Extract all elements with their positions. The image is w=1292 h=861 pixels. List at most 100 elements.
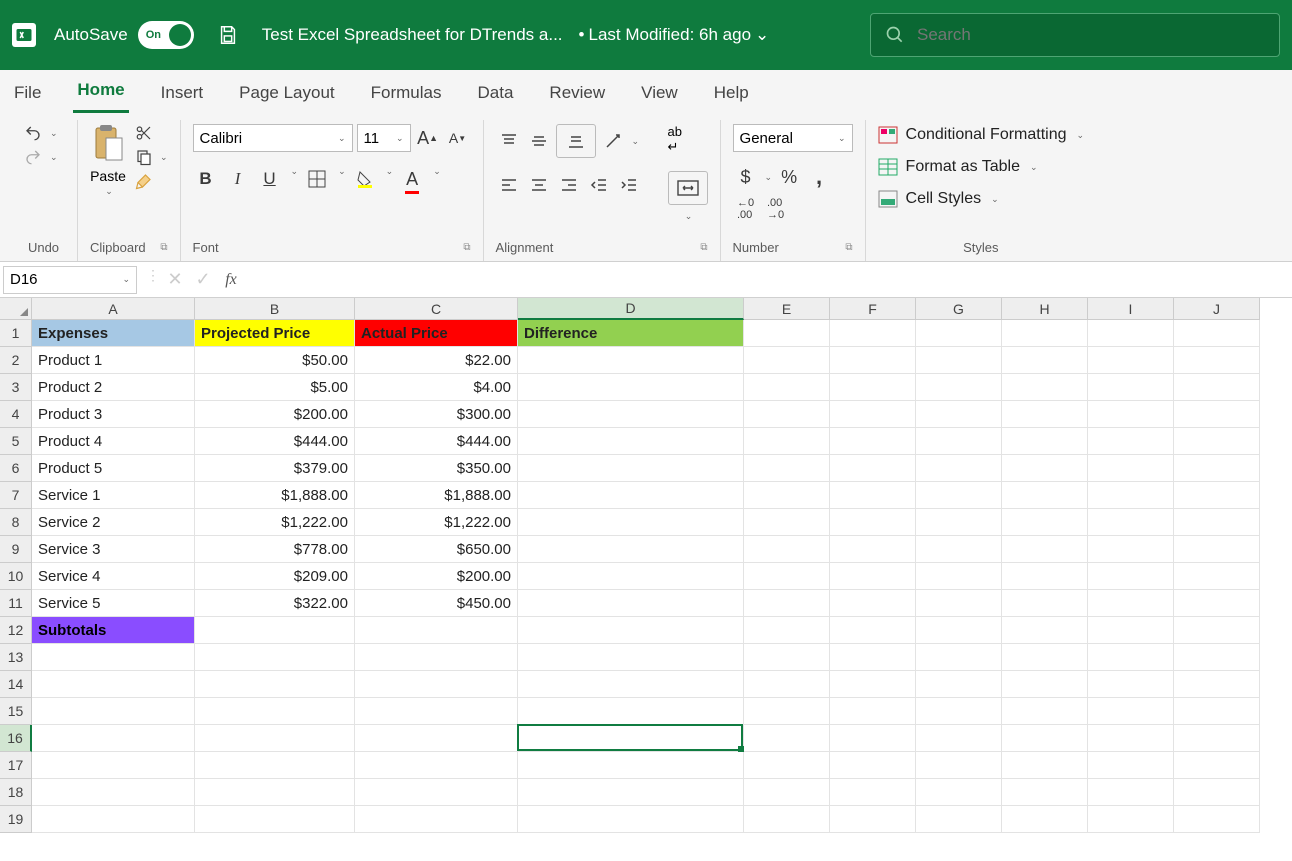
cell-G17[interactable] bbox=[916, 752, 1002, 779]
column-header-D[interactable]: D bbox=[518, 298, 744, 320]
cell-J10[interactable] bbox=[1174, 563, 1260, 590]
underline-button[interactable]: U bbox=[257, 166, 283, 192]
cell-I2[interactable] bbox=[1088, 347, 1174, 374]
tab-file[interactable]: File bbox=[10, 75, 45, 113]
column-header-G[interactable]: G bbox=[916, 298, 1002, 320]
document-title[interactable]: Test Excel Spreadsheet for DTrends a... bbox=[262, 25, 563, 45]
cell-H19[interactable] bbox=[1002, 806, 1088, 833]
cell-D11[interactable] bbox=[518, 590, 744, 617]
cell-C3[interactable]: $4.00 bbox=[355, 374, 518, 401]
cell-E18[interactable] bbox=[744, 779, 830, 806]
conditional-formatting-button[interactable]: Conditional Formatting⌄ bbox=[878, 124, 1085, 146]
format-painter-button[interactable] bbox=[134, 172, 154, 190]
cell-E15[interactable] bbox=[744, 698, 830, 725]
cell-D1[interactable]: Difference bbox=[518, 320, 744, 347]
row-header-16[interactable]: 16 bbox=[0, 725, 32, 752]
cell-C14[interactable] bbox=[355, 671, 518, 698]
cell-F17[interactable] bbox=[830, 752, 916, 779]
cell-H1[interactable] bbox=[1002, 320, 1088, 347]
cell-A6[interactable]: Product 5 bbox=[32, 455, 195, 482]
tab-help[interactable]: Help bbox=[710, 75, 753, 113]
cell-A11[interactable]: Service 5 bbox=[32, 590, 195, 617]
cell-G13[interactable] bbox=[916, 644, 1002, 671]
cell-E14[interactable] bbox=[744, 671, 830, 698]
row-header-5[interactable]: 5 bbox=[0, 428, 32, 455]
cell-B3[interactable]: $5.00 bbox=[195, 374, 355, 401]
cell-C10[interactable]: $200.00 bbox=[355, 563, 518, 590]
cell-I6[interactable] bbox=[1088, 455, 1174, 482]
cell-F6[interactable] bbox=[830, 455, 916, 482]
cell-G15[interactable] bbox=[916, 698, 1002, 725]
cell-J2[interactable] bbox=[1174, 347, 1260, 374]
cell-F15[interactable] bbox=[830, 698, 916, 725]
align-middle-button[interactable] bbox=[526, 128, 552, 154]
bold-button[interactable]: B bbox=[193, 166, 219, 192]
row-header-4[interactable]: 4 bbox=[0, 401, 32, 428]
cell-D7[interactable] bbox=[518, 482, 744, 509]
cell-B11[interactable]: $322.00 bbox=[195, 590, 355, 617]
row-header-2[interactable]: 2 bbox=[0, 347, 32, 374]
cell-B4[interactable]: $200.00 bbox=[195, 401, 355, 428]
cell-I3[interactable] bbox=[1088, 374, 1174, 401]
cell-G9[interactable] bbox=[916, 536, 1002, 563]
cell-D17[interactable] bbox=[518, 752, 744, 779]
cell-B13[interactable] bbox=[195, 644, 355, 671]
cell-I13[interactable] bbox=[1088, 644, 1174, 671]
cell-D9[interactable] bbox=[518, 536, 744, 563]
row-header-14[interactable]: 14 bbox=[0, 671, 32, 698]
autosave-toggle[interactable]: On bbox=[138, 21, 194, 49]
cell-I17[interactable] bbox=[1088, 752, 1174, 779]
cell-A4[interactable]: Product 3 bbox=[32, 401, 195, 428]
cell-J18[interactable] bbox=[1174, 779, 1260, 806]
column-header-C[interactable]: C bbox=[355, 298, 518, 320]
cell-I18[interactable] bbox=[1088, 779, 1174, 806]
cell-C8[interactable]: $1,222.00 bbox=[355, 509, 518, 536]
cell-C17[interactable] bbox=[355, 752, 518, 779]
cell-F18[interactable] bbox=[830, 779, 916, 806]
cell-A19[interactable] bbox=[32, 806, 195, 833]
cell-G18[interactable] bbox=[916, 779, 1002, 806]
tab-home[interactable]: Home bbox=[73, 72, 128, 113]
copy-button[interactable]: ⌄ bbox=[134, 148, 168, 166]
cell-D19[interactable] bbox=[518, 806, 744, 833]
cell-A2[interactable]: Product 1 bbox=[32, 347, 195, 374]
cell-D5[interactable] bbox=[518, 428, 744, 455]
cell-B19[interactable] bbox=[195, 806, 355, 833]
column-header-B[interactable]: B bbox=[195, 298, 355, 320]
paste-button[interactable]: Paste ⌄ bbox=[90, 124, 126, 197]
cell-G3[interactable] bbox=[916, 374, 1002, 401]
cell-H10[interactable] bbox=[1002, 563, 1088, 590]
cell-A16[interactable] bbox=[32, 725, 195, 752]
dialog-launcher-icon[interactable]: ⧉ bbox=[160, 242, 167, 253]
cell-D12[interactable] bbox=[518, 617, 744, 644]
last-modified[interactable]: • Last Modified: 6h ago ⌄ bbox=[579, 25, 770, 45]
cell-B17[interactable] bbox=[195, 752, 355, 779]
cell-styles-button[interactable]: Cell Styles⌄ bbox=[878, 188, 999, 210]
cell-E12[interactable] bbox=[744, 617, 830, 644]
cell-C7[interactable]: $1,888.00 bbox=[355, 482, 518, 509]
cell-F16[interactable] bbox=[830, 725, 916, 752]
row-header-6[interactable]: 6 bbox=[0, 455, 32, 482]
cell-F4[interactable] bbox=[830, 401, 916, 428]
tab-insert[interactable]: Insert bbox=[157, 75, 208, 113]
cell-C11[interactable]: $450.00 bbox=[355, 590, 518, 617]
align-top-button[interactable] bbox=[496, 128, 522, 154]
cell-H17[interactable] bbox=[1002, 752, 1088, 779]
cell-C18[interactable] bbox=[355, 779, 518, 806]
formula-input[interactable] bbox=[250, 266, 1292, 294]
insert-function-button[interactable]: fx bbox=[218, 267, 244, 293]
cell-D13[interactable] bbox=[518, 644, 744, 671]
worksheet[interactable]: ABCDEFGHIJ 12345678910111213141516171819… bbox=[0, 298, 1292, 833]
cell-J9[interactable] bbox=[1174, 536, 1260, 563]
increase-indent-button[interactable] bbox=[616, 172, 642, 198]
cell-J19[interactable] bbox=[1174, 806, 1260, 833]
cell-D2[interactable] bbox=[518, 347, 744, 374]
cell-B6[interactable]: $379.00 bbox=[195, 455, 355, 482]
cell-J11[interactable] bbox=[1174, 590, 1260, 617]
cell-F1[interactable] bbox=[830, 320, 916, 347]
decrease-indent-button[interactable] bbox=[586, 172, 612, 198]
align-right-button[interactable] bbox=[556, 172, 582, 198]
cell-I14[interactable] bbox=[1088, 671, 1174, 698]
align-center-button[interactable] bbox=[526, 172, 552, 198]
row-header-18[interactable]: 18 bbox=[0, 779, 32, 806]
